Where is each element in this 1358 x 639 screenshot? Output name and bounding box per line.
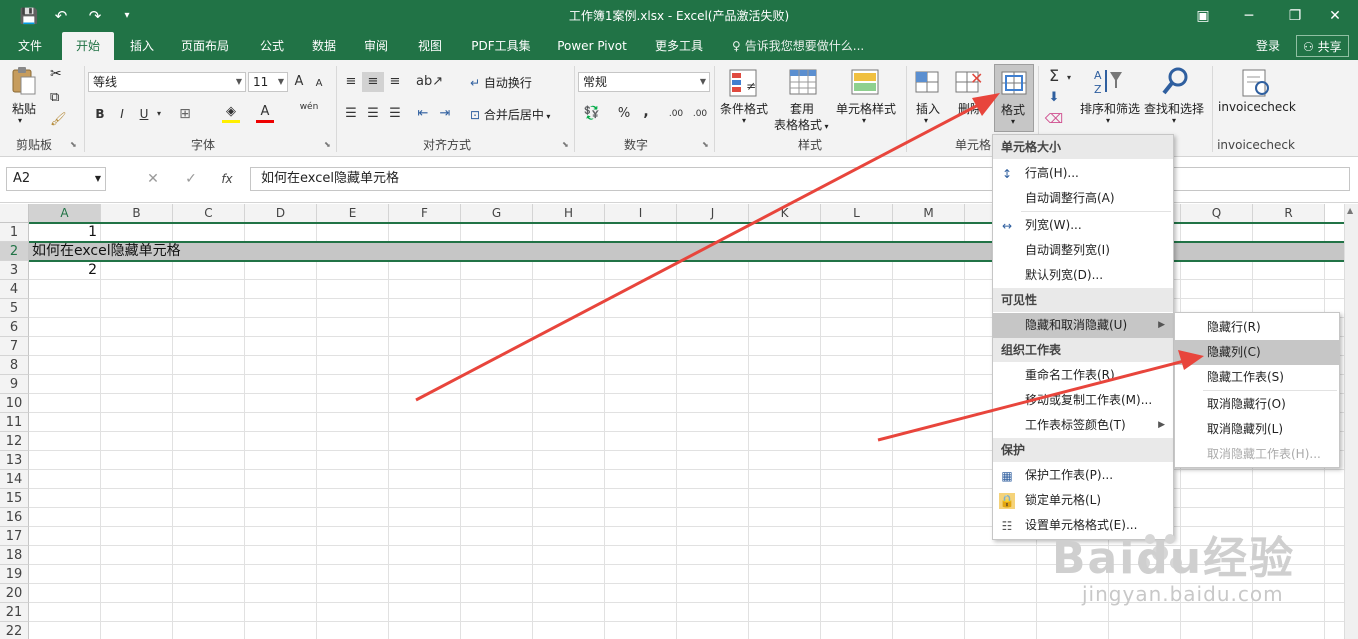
watermark-brand: Baidu经验 (1052, 533, 1296, 584)
arrowhead (972, 93, 1000, 116)
excel-window: 💾 ↶ ↷ ▾ 工作簿1案例.xlsx - Excel(产品激活失败) ▣ ─ … (0, 0, 1358, 639)
arrowhead (1178, 350, 1204, 370)
watermark-url: jingyan.baidu.com (1082, 582, 1284, 606)
annotation-arrow-to-hide-columns (877, 358, 1189, 442)
annotation-arrow-to-format (415, 100, 985, 402)
